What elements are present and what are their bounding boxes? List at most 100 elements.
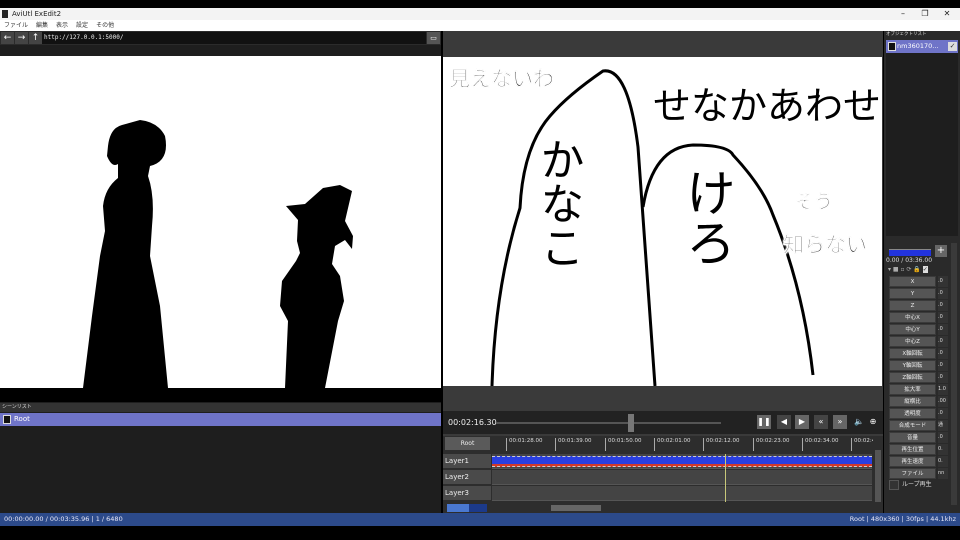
vertical-scrollbar[interactable] (875, 450, 881, 502)
horizontal-scrollbar[interactable] (551, 505, 601, 511)
property-button[interactable]: 中心Z (889, 336, 936, 347)
property-value[interactable]: .0 (938, 324, 948, 335)
property-button[interactable]: X軸回転 (889, 348, 936, 359)
status-time: 00:00:00.00 / 00:03:35.96 | 1 / 6480 (4, 515, 123, 523)
property-value[interactable]: .0 (938, 408, 948, 419)
scene-item-label: Root (14, 415, 30, 423)
menu-view[interactable]: 表示 (56, 22, 68, 29)
property-button[interactable]: 再生速度 (889, 456, 936, 467)
scene-item-root[interactable]: Root (0, 413, 441, 426)
folder-icon[interactable]: ▭ (427, 32, 440, 44)
object-item-label: nm360170... (897, 42, 939, 50)
property-value[interactable]: .0 (938, 300, 948, 311)
time-tick: 00:01:28.00 (506, 438, 542, 451)
pause-button[interactable]: ❚❚ (757, 415, 771, 429)
property-checkbox[interactable]: ✓ (922, 266, 928, 273)
maximize-button[interactable]: ❐ (914, 8, 936, 20)
rewind-button[interactable]: « (814, 415, 828, 429)
property-value[interactable]: .0 (938, 432, 948, 443)
object-list-header: オブジェクトリスト (886, 32, 927, 37)
child-silhouette (280, 185, 353, 388)
menu-other[interactable]: その他 (96, 22, 114, 29)
time-tick: 00:02:4 (851, 438, 873, 451)
minimize-button[interactable]: – (892, 8, 914, 20)
property-value[interactable]: .00 (938, 396, 948, 407)
property-value[interactable]: .0 (938, 312, 948, 323)
property-value[interactable]: .0 (938, 336, 948, 347)
time-tick: 00:01:39.00 (555, 438, 591, 451)
film-icon (888, 42, 896, 51)
next-frame-button[interactable]: ▶ (795, 415, 809, 429)
property-button[interactable]: ファイル (889, 468, 936, 479)
url-input[interactable]: http://127.0.0.1:5000/ (42, 32, 426, 44)
close-button[interactable]: ✕ (936, 8, 958, 20)
menu-edit[interactable]: 編集 (36, 22, 48, 29)
film-icon (3, 415, 11, 424)
zoom-slider[interactable] (447, 504, 487, 512)
property-value[interactable]: 0. (938, 456, 948, 467)
menu-file[interactable]: ファイル (4, 22, 28, 29)
property-value[interactable]: .0 (938, 348, 948, 359)
property-toolbar: ▾ ■ ▫ ⟳ 🔒 ✓ (888, 266, 928, 273)
label-kanako: かなこ (532, 137, 584, 269)
property-button[interactable]: X (889, 276, 936, 287)
object-list (886, 53, 958, 236)
property-button[interactable]: 縦横比 (889, 396, 936, 407)
property-value[interactable]: nn (938, 468, 948, 479)
property-button[interactable]: Z軸回転 (889, 372, 936, 383)
property-button[interactable]: 再生位置 (889, 444, 936, 455)
seek-bar[interactable] (496, 414, 721, 432)
zoom-icon[interactable]: ⊕ (866, 415, 880, 429)
property-value[interactable]: 0. (938, 444, 948, 455)
back-button[interactable]: ← (1, 32, 14, 44)
caption-shiranai: 知らない (783, 233, 868, 258)
player-controls: 00:02:16.30 ❚❚ ◀ ▶ « » 🔈 ⊕ (443, 411, 883, 434)
property-value[interactable]: .0 (938, 288, 948, 299)
time-tick: 00:02:01.00 (654, 438, 690, 451)
address-bar: ← → ↑ http://127.0.0.1:5000/ ▭ (0, 31, 441, 45)
audio-clip[interactable] (492, 464, 872, 467)
menu-settings[interactable]: 設定 (76, 22, 88, 29)
object-visible-checkbox[interactable]: ✓ (948, 42, 957, 51)
property-value[interactable]: 1.0 (938, 384, 948, 395)
property-button[interactable]: 音量 (889, 432, 936, 443)
fast-forward-button[interactable]: » (833, 415, 847, 429)
property-button[interactable]: Z (889, 300, 936, 311)
property-value[interactable]: 通 (938, 420, 948, 431)
property-scrollbar[interactable] (951, 243, 957, 505)
seek-handle[interactable] (628, 414, 634, 432)
layer-header-2[interactable]: Layer2 (443, 470, 491, 485)
object-item[interactable]: nm360170... ✓ (886, 40, 958, 53)
property-button[interactable]: 中心Y (889, 324, 936, 335)
add-button[interactable]: + (935, 245, 947, 257)
volume-icon[interactable]: 🔈 (852, 415, 866, 429)
layer-header-1[interactable]: Layer1 (443, 454, 491, 469)
property-value[interactable]: .0 (938, 276, 948, 287)
property-button[interactable]: Y軸回転 (889, 360, 936, 371)
root-button[interactable]: Root (445, 437, 490, 450)
range-bar[interactable] (889, 249, 931, 256)
up-button[interactable]: ↑ (29, 32, 42, 44)
property-value[interactable]: .0 (938, 372, 948, 383)
layer-lane-3[interactable] (492, 486, 872, 501)
caption-sou: そう (795, 191, 834, 214)
property-button[interactable]: 拡大率 (889, 384, 936, 395)
object-pane: オブジェクトリスト nm360170... ✓ 0.00 / 03:36.00 … (884, 31, 960, 513)
prev-frame-button[interactable]: ◀ (777, 415, 791, 429)
ground-band (0, 388, 441, 402)
layer-lane-1[interactable] (492, 454, 872, 469)
property-button[interactable]: 透明度 (889, 408, 936, 419)
layer-header-3[interactable]: Layer3 (443, 486, 491, 501)
loop-checkbox[interactable] (889, 480, 899, 490)
property-button[interactable]: 合成モード (889, 420, 936, 431)
playhead[interactable] (725, 454, 726, 502)
media-clip[interactable] (492, 456, 872, 464)
range-text: 0.00 / 03:36.00 (886, 257, 933, 264)
property-button[interactable]: Y (889, 288, 936, 299)
scene-list-header: シーンリスト (0, 403, 441, 412)
forward-button[interactable]: → (15, 32, 28, 44)
layer-lane-2[interactable] (492, 470, 872, 485)
menu-bar: ファイル 編集 表示 設定 その他 (0, 20, 960, 31)
property-value[interactable]: .0 (938, 360, 948, 371)
property-button[interactable]: 中心X (889, 312, 936, 323)
